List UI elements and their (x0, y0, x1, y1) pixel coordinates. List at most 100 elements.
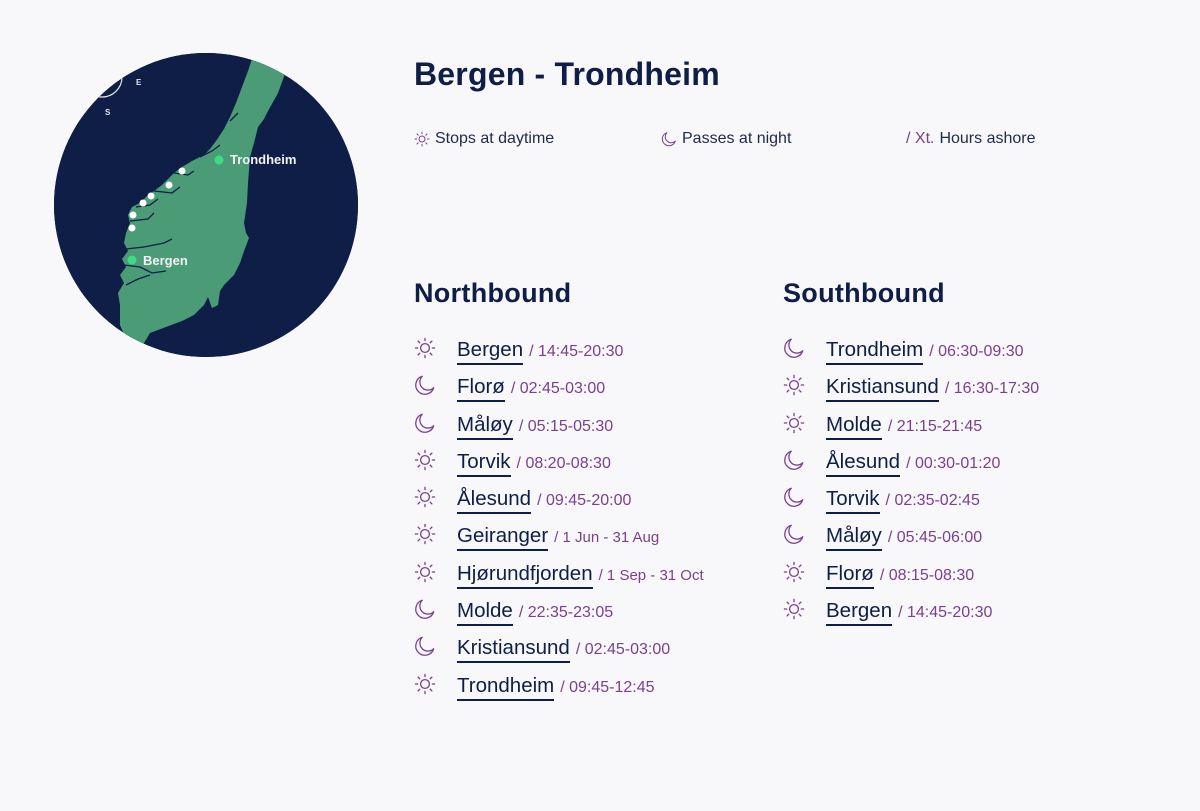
stop-row: Torvik / 02:35-02:45 (783, 488, 1039, 525)
moon-icon (415, 637, 435, 657)
stop-link[interactable]: Florø (457, 376, 505, 403)
compass-icon (81, 56, 123, 98)
stop-row: Bergen / 14:45-20:30 (783, 598, 1039, 637)
moon-icon (784, 487, 804, 508)
moon-icon (415, 413, 435, 433)
stop-time: / 1 Jun - 31 Aug (554, 529, 660, 547)
route-map: E S Trondheim Bergen (54, 53, 358, 357)
stop-row: Kristiansund / 02:45-03:00 (414, 637, 704, 674)
compass-south-label: S (105, 108, 111, 117)
stop-time: / 14:45-20:30 (529, 343, 624, 360)
stop-row: Måløy / 05:45-06:00 (783, 525, 1039, 562)
stop-time: / 16:30-17:30 (944, 380, 1040, 398)
stop-row: Molde / 21:15-21:45 (783, 412, 1039, 451)
bergen-map-label: Bergen (143, 253, 188, 268)
stop-time: / 02:45-03:00 (575, 641, 671, 659)
stop-time: / 08:15-08:30 (879, 566, 975, 584)
stop-marker (147, 192, 155, 200)
legend-night-label: Passes at night (682, 130, 792, 147)
stop-time: / 02:35-02:45 (885, 492, 980, 510)
sun-icon (414, 673, 436, 694)
stop-time: / 1 Sep - 31 Oct (598, 566, 704, 584)
stop-link[interactable]: Måløy (826, 525, 882, 552)
stop-link[interactable]: Kristiansund (457, 637, 570, 664)
stop-row: Torvik / 08:20-08:30 (414, 449, 704, 488)
stop-link[interactable]: Torvik (457, 450, 511, 477)
stop-link[interactable]: Måløy (457, 413, 513, 440)
stop-row: Bergen / 14:45-20:30 (414, 337, 704, 376)
moon-icon (784, 525, 804, 545)
stop-row: Geiranger / 1 Jun - 31 Aug (414, 524, 704, 562)
stop-row: Trondheim / 09:45-12:45 (414, 673, 704, 712)
moon-icon (415, 599, 435, 619)
southbound-section: Southbound Trondheim / 06:30-09:30 Kristia… (783, 278, 1039, 637)
northbound-stop-list: Bergen / 14:45-20:30 Florø / 02:45-03:00 Mål… (414, 337, 704, 712)
stop-link[interactable]: Ålesund (826, 450, 901, 477)
stop-row: Ålesund / 09:45-20:00 (414, 486, 704, 525)
legend: Stops at daytime Passes at night / Xt. H… (414, 130, 1114, 154)
stop-time: / 02:45-03:00 (510, 380, 606, 398)
sun-icon (783, 412, 805, 433)
stop-link[interactable]: Bergen (457, 339, 524, 365)
stop-row: Måløy / 05:15-05:30 (414, 413, 704, 451)
stop-link[interactable]: Molde (826, 413, 882, 440)
sun-icon (414, 131, 430, 147)
legend-ashore-label: Hours ashore (939, 130, 1036, 147)
sun-icon (414, 486, 436, 508)
sun-icon (783, 561, 805, 583)
stop-time: / 09:45-12:45 (560, 678, 655, 696)
moon-icon (415, 375, 435, 396)
route-title: Bergen - Trondheim (414, 56, 720, 92)
stop-link[interactable]: Torvik (826, 488, 880, 515)
stop-row: Molde / 22:35-23:05 (414, 600, 704, 637)
moon-icon (784, 338, 804, 358)
legend-ashore: / Xt. Hours ashore (906, 130, 1036, 148)
stop-time: / 05:45-06:00 (887, 529, 983, 547)
sun-icon (414, 337, 436, 359)
southbound-stop-list: Trondheim / 06:30-09:30 Kristiansund / 16:3… (783, 339, 1039, 637)
stop-row: Florø / 08:15-08:30 (783, 561, 1039, 600)
legend-ashore-prefix: / Xt. (906, 130, 935, 147)
stop-marker (128, 224, 136, 232)
stop-time: / 06:30-09:30 (929, 343, 1024, 360)
moon-icon (784, 450, 804, 470)
stop-link[interactable]: Geiranger (457, 525, 549, 552)
sun-icon (414, 449, 436, 471)
stop-time: / 14:45-20:30 (898, 604, 993, 622)
stop-marker (139, 199, 147, 207)
stop-row: Trondheim / 06:30-09:30 (783, 339, 1039, 376)
stop-row: Kristiansund / 16:30-17:30 (783, 375, 1040, 413)
moon-icon (661, 132, 676, 147)
stop-row: Florø / 02:45-03:00 (414, 376, 704, 413)
legend-daytime: Stops at daytime (414, 130, 554, 148)
stop-link[interactable]: Kristiansund (826, 376, 939, 403)
stop-marker (129, 211, 137, 219)
sun-icon (783, 598, 805, 620)
stop-link[interactable]: Florø (826, 562, 874, 589)
stop-link[interactable]: Ålesund (457, 488, 532, 515)
trondheim-map-label: Trondheim (230, 152, 296, 167)
stop-link[interactable]: Molde (457, 600, 513, 627)
stop-link[interactable]: Bergen (826, 600, 893, 627)
southbound-heading: Southbound (783, 278, 945, 308)
bergen-port-marker (127, 255, 137, 265)
stop-time: / 21:15-21:45 (887, 417, 983, 435)
stop-link[interactable]: Trondheim (826, 339, 924, 365)
legend-daytime-label: Stops at daytime (435, 130, 555, 147)
legend-night: Passes at night (661, 130, 791, 148)
stop-marker (178, 167, 186, 175)
stop-link[interactable]: Hjørundfjorden (457, 562, 593, 589)
stop-row: Ålesund / 00:30-01:20 (783, 450, 1039, 488)
northbound-heading: Northbound (414, 278, 572, 308)
trondheim-port-marker (214, 155, 224, 165)
sun-icon (783, 375, 805, 396)
sun-icon (414, 561, 436, 583)
stop-time: / 09:45-20:00 (537, 492, 632, 510)
stop-time: / 22:35-23:05 (518, 604, 614, 622)
sun-icon (414, 524, 436, 545)
stop-time: / 05:15-05:30 (518, 417, 614, 435)
northbound-section: Northbound Bergen / 14:45-20:30 Florø / 02:… (414, 278, 704, 712)
stop-time: / 08:20-08:30 (516, 454, 611, 472)
stop-marker (165, 181, 173, 189)
stop-link[interactable]: Trondheim (457, 674, 555, 701)
